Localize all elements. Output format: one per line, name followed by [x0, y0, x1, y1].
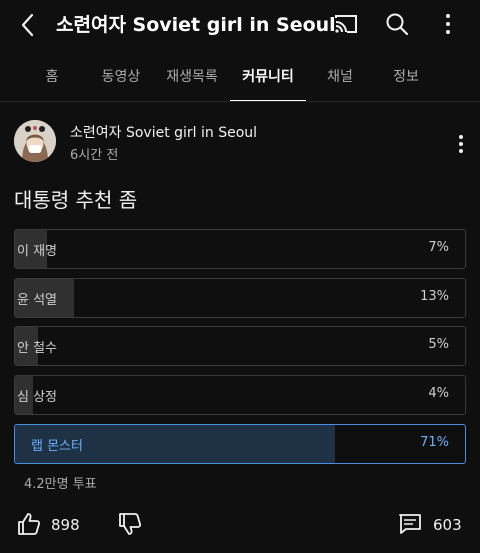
post-more-icon[interactable]: [449, 132, 473, 156]
tab-playlists[interactable]: 재생목록: [162, 56, 222, 102]
tab-label: 커뮤니티: [242, 69, 294, 85]
app-header: 소련여자 Soviet girl in Seoul: [0, 0, 480, 48]
poll-option-label: 윤 석열: [17, 293, 58, 308]
more-vert-icon[interactable]: [434, 10, 462, 38]
poll-option-label: 랩 몬스터: [31, 439, 83, 454]
poll-option-percent: 71%: [420, 435, 449, 450]
tabs-divider: [0, 101, 480, 102]
poll-option-selected[interactable]: 랩 몬스터 71%: [14, 424, 466, 464]
poll-option[interactable]: 심 상정 4%: [14, 375, 466, 415]
poll-option-label: 심 상정: [17, 390, 58, 405]
poll-option-label: 이 재명: [17, 244, 58, 259]
tab-about[interactable]: 정보: [386, 56, 426, 102]
tab-community[interactable]: 커뮤니티: [230, 56, 306, 102]
cast-icon[interactable]: [332, 10, 360, 38]
like-count: 898: [51, 516, 80, 534]
poll-option-percent: 13%: [420, 289, 449, 304]
vote-count: 4.2만명 투표: [24, 477, 97, 492]
comment-icon[interactable]: [398, 512, 422, 536]
poll-option-label: 안 철수: [17, 341, 58, 356]
poll-option-percent: 4%: [428, 386, 449, 401]
tab-label: 정보: [393, 69, 419, 85]
poll-option-percent: 7%: [428, 240, 449, 255]
like-icon[interactable]: [16, 511, 42, 537]
comment-count: 603: [433, 516, 462, 534]
post-time: 6시간 전: [70, 148, 119, 163]
post-author[interactable]: 소련여자 Soviet girl in Seoul: [70, 122, 257, 142]
post-actions: 898 603: [0, 505, 480, 545]
avatar[interactable]: [14, 120, 56, 162]
poll-option[interactable]: 안 철수 5%: [14, 326, 466, 366]
back-icon[interactable]: [14, 10, 44, 40]
search-icon[interactable]: [383, 10, 411, 38]
tab-label: 채널: [327, 69, 353, 85]
tab-label: 동영상: [101, 69, 141, 85]
poll-question: 대통령 추천 좀: [14, 188, 138, 212]
poll-option-percent: 5%: [428, 337, 449, 352]
poll-option[interactable]: 윤 석열 13%: [14, 278, 466, 318]
tab-label: 홈: [45, 69, 59, 85]
channel-tabs: 홈 동영상 재생목록 커뮤니티 채널 정보: [0, 56, 480, 102]
tab-label: 재생목록: [166, 69, 218, 85]
channel-title: 소련여자 Soviet girl in Seoul: [56, 14, 336, 36]
tab-home[interactable]: 홈: [30, 56, 74, 102]
tab-channels[interactable]: 채널: [320, 56, 360, 102]
tab-videos[interactable]: 동영상: [94, 56, 148, 102]
poll-option[interactable]: 이 재명 7%: [14, 229, 466, 269]
post-header: 소련여자 Soviet girl in Seoul 6시간 전: [0, 118, 480, 168]
dislike-icon[interactable]: [117, 511, 143, 537]
